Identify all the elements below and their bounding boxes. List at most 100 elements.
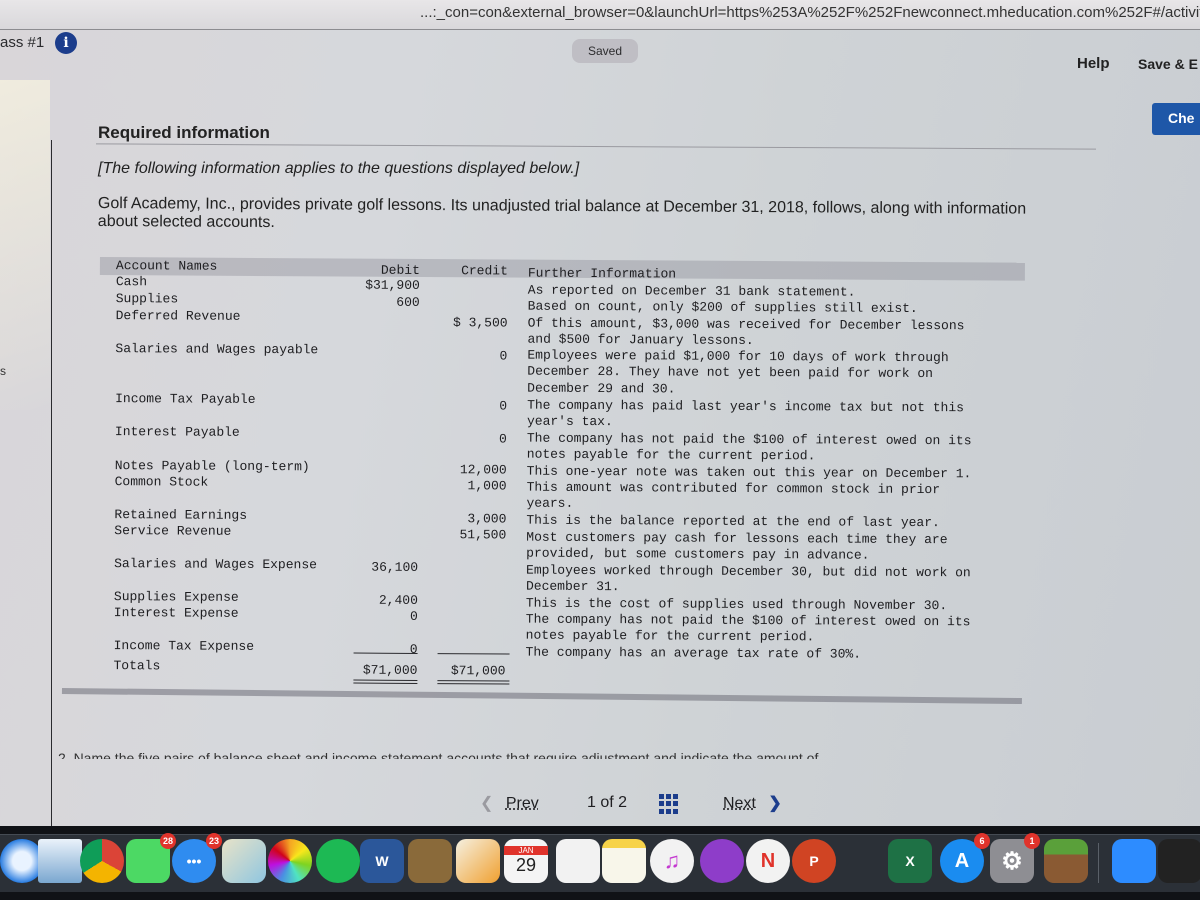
- dock-label: ♫: [663, 848, 681, 873]
- next-label: Next: [723, 795, 756, 812]
- header-credit: Credit: [461, 263, 508, 279]
- credit-amount: 0: [499, 398, 508, 414]
- dock-label: ⚙: [1001, 847, 1023, 875]
- page-indicator: 1 of 2: [587, 794, 627, 812]
- pagination: ❮ Prev 1 of 2 Next ❯: [0, 790, 1200, 820]
- dock-chrome-icon[interactable]: [80, 839, 124, 883]
- assignment-header: ass #1 i Saved Help Save & E: [0, 30, 1200, 90]
- account-name: Service Revenue: [114, 523, 232, 539]
- sidebar-divider: [51, 140, 52, 840]
- dock-messages-icon[interactable]: ••• 23: [172, 833, 222, 883]
- further-info-line: The company has an average tax rate of 3…: [525, 644, 862, 662]
- dock-podcasts-icon[interactable]: [700, 839, 744, 883]
- help-button[interactable]: Help: [1077, 55, 1110, 72]
- further-info-line: years.: [526, 496, 574, 512]
- dock-minecraft-icon[interactable]: [1044, 839, 1088, 883]
- prev-label: Prev: [505, 795, 539, 812]
- trial-balance-table: Account Names Debit Credit Further Informat…: [97, 255, 1030, 701]
- further-info-line: This is the cost of supplies used throug…: [525, 595, 948, 614]
- further-info-line: This is the balance reported at the end …: [526, 512, 940, 531]
- further-info-line: December 29 and 30.: [527, 380, 676, 397]
- further-info-line: December 31.: [525, 578, 620, 595]
- further-info-line: This one-year note was taken out this ye…: [526, 463, 972, 482]
- question-intro: Golf Academy, Inc., provides private gol…: [97, 195, 1027, 232]
- debit-amount: $31,900: [365, 277, 420, 293]
- header-account-names: Account Names: [115, 258, 218, 274]
- dock-label: A: [954, 849, 970, 872]
- debit-subtotal-rule: [353, 652, 418, 654]
- dock-itunes-icon[interactable]: ♫: [650, 839, 694, 883]
- dock-system-preferences-icon[interactable]: ⚙ 1: [990, 833, 1040, 883]
- account-name: Salaries and Wages Expense: [114, 556, 318, 573]
- info-icon[interactable]: i: [55, 32, 77, 54]
- further-info-line: Based on count, only $200 of supplies st…: [527, 298, 918, 316]
- check-my-work-button[interactable]: Che: [1152, 103, 1200, 135]
- totals-label: Totals: [113, 658, 161, 674]
- browser-url-bar[interactable]: ...:_con=con&external_browser=0&launchUr…: [0, 0, 1200, 30]
- dock-label: •••: [186, 853, 202, 869]
- credit-subtotal-rule: [437, 653, 510, 655]
- account-name: Cash: [115, 274, 148, 290]
- further-info-line: Most customers pay cash for lessons each…: [526, 529, 948, 548]
- saved-status-badge: Saved: [572, 39, 638, 63]
- credit-total-double-rule: [437, 680, 510, 685]
- account-name: Retained Earnings: [114, 507, 248, 523]
- further-info-line: The company has not paid the $100 of int…: [525, 611, 971, 630]
- save-and-exit-button[interactable]: Save & E: [1138, 56, 1198, 72]
- required-info-note: [The following information applies to th…: [98, 160, 580, 177]
- macos-dock: 28 ••• 23 W JAN 29 ♫ N P X A 6 ⚙ 1: [0, 833, 1200, 892]
- dock-excel-icon[interactable]: X: [888, 839, 932, 883]
- next-question-preview: 2. Name the five pairs of balance sheet …: [58, 750, 819, 759]
- title-divider: [96, 143, 1096, 150]
- account-name: Salaries and Wages payable: [115, 341, 319, 358]
- required-info-title: Required information: [98, 123, 270, 142]
- debit-amount: 600: [396, 294, 420, 310]
- dock-powerpoint-icon[interactable]: P: [792, 839, 836, 883]
- dock-notes-icon[interactable]: [602, 839, 646, 883]
- dock-label: W: [375, 853, 389, 869]
- further-info-line: provided, but some customers pay in adva…: [526, 545, 870, 564]
- header-further-info: Further Information: [527, 265, 677, 282]
- dock-notebook-icon[interactable]: [408, 839, 452, 883]
- dock-zoom-icon[interactable]: [1112, 839, 1156, 883]
- dock-word-icon[interactable]: W: [360, 839, 404, 883]
- dock-pages-icon[interactable]: [456, 839, 500, 883]
- next-button[interactable]: Next ❯: [723, 793, 782, 813]
- credit-amount: 1,000: [467, 478, 507, 494]
- header-debit: Debit: [380, 262, 420, 278]
- dock-spotify-icon[interactable]: [316, 839, 360, 883]
- dock-photos-icon[interactable]: [268, 839, 312, 883]
- credit-amount: 0: [499, 431, 507, 447]
- account-name: Notes Payable (long-term): [114, 458, 310, 475]
- credit-amount: 12,000: [459, 462, 507, 478]
- dock-kindle-icon[interactable]: [1158, 839, 1200, 883]
- notification-badge: 6: [974, 833, 990, 849]
- dock-reminders-icon[interactable]: [556, 839, 600, 883]
- totals-debit: $71,000: [362, 662, 418, 678]
- account-name: Supplies: [115, 291, 179, 307]
- dock-label: X: [905, 853, 915, 869]
- dock-app-store-icon[interactable]: A6: [940, 833, 990, 883]
- further-info-line: The company has paid last year's income …: [527, 397, 965, 416]
- current-page: 1: [587, 794, 596, 811]
- dock-separator: [1098, 843, 1099, 883]
- account-name: Supplies Expense: [113, 589, 239, 605]
- further-info-line: Of this amount, $3,000 was received for …: [527, 315, 965, 334]
- credit-amount: 0: [499, 348, 508, 364]
- sidebar-text-fragment: s: [0, 364, 6, 378]
- further-info-line: Employees were paid $1,000 for 10 days o…: [527, 347, 949, 366]
- calendar-month: JAN: [504, 846, 548, 855]
- screen-glare: [0, 80, 50, 410]
- dock-mail-icon[interactable]: [38, 839, 82, 883]
- notification-badge: 1: [1024, 833, 1040, 849]
- credit-amount: 3,000: [467, 511, 507, 527]
- dock-maps-icon[interactable]: [222, 839, 266, 883]
- dock-news-icon[interactable]: N: [746, 839, 790, 883]
- account-name: Deferred Revenue: [115, 308, 241, 324]
- dock-label: P: [809, 853, 819, 869]
- dock-facetime-icon[interactable]: 28: [126, 833, 176, 883]
- question-grid-icon[interactable]: [659, 794, 679, 814]
- prev-button[interactable]: ❮ Prev: [480, 793, 539, 813]
- dock-calendar-icon[interactable]: JAN 29: [504, 839, 548, 883]
- dock-label: 29: [515, 855, 537, 875]
